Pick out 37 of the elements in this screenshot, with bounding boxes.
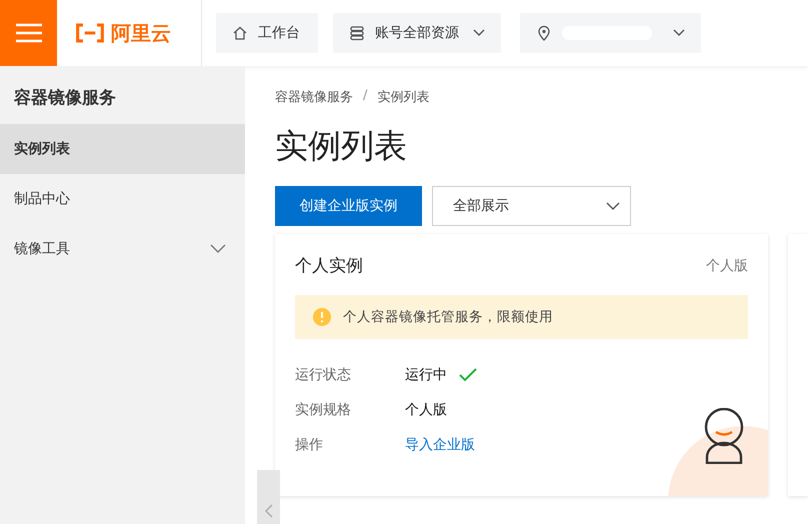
breadcrumb-separator: / [363,88,368,105]
home-icon [232,25,248,41]
warning-icon [313,308,331,326]
menu-icon [16,23,42,43]
chevron-down-icon [606,202,620,210]
sidebar-item[interactable]: 制品中心 [0,174,245,224]
menu-button[interactable] [0,0,57,66]
chevron-down-icon [473,29,485,37]
collapse-tab[interactable] [257,470,280,524]
logo-text: 阿里云 [111,20,171,46]
chevron-left-icon [264,504,272,518]
filter-select[interactable]: 全部展示 [432,186,631,226]
nav-button[interactable] [520,13,701,53]
field-value: 运行中 [405,366,447,384]
field-label: 操作 [295,436,324,454]
sidebar-item[interactable]: 镜像工具 [0,224,245,274]
field-label: 实例规格 [295,401,352,419]
card-title: 个人实例 [295,255,363,277]
location-pin-icon [536,25,552,41]
sidebar-item[interactable]: 实例列表 [0,124,245,174]
nav-button[interactable]: 账号全部资源 [333,13,501,53]
notice-text: 个人容器镜像托管服务，限额使用 [343,308,553,326]
field-label: 运行状态 [295,366,352,384]
person-illustration [704,408,744,464]
sidebar-title: 容器镜像服务 [13,87,117,110]
chevron-down-icon [673,29,685,37]
logo-icon [75,23,105,43]
breadcrumb-item[interactable]: 实例列表 [377,88,430,106]
field-value: 个人版 [405,401,447,419]
stack-icon [349,25,365,41]
breadcrumb-item[interactable]: 容器镜像服务 [275,88,353,106]
nav-button[interactable]: 工作台 [216,13,318,53]
edition-label: 个人版 [706,256,748,274]
checkmark-icon [459,368,477,382]
create-button[interactable]: 创建企业版实例 [275,186,422,226]
import-link[interactable]: 导入企业版 [405,436,475,454]
page-title: 实例列表 [275,125,408,167]
